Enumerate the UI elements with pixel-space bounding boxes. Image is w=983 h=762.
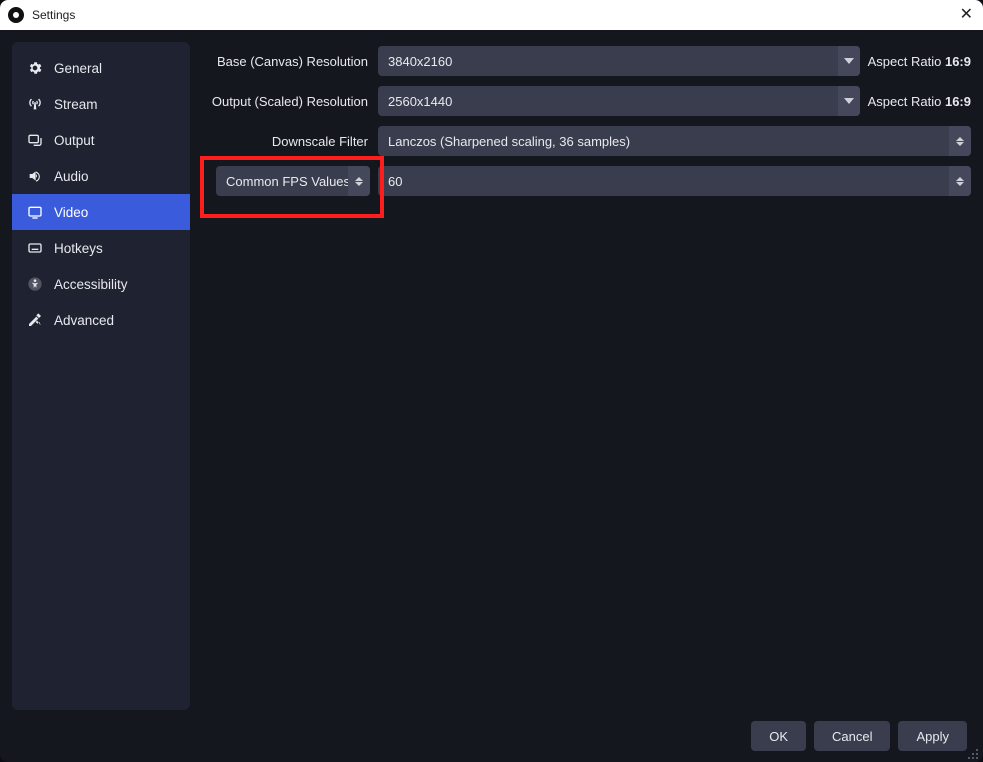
antenna-icon [26, 95, 44, 113]
sidebar-item-audio[interactable]: Audio [12, 158, 190, 194]
sidebar-item-video[interactable]: Video [12, 194, 190, 230]
sidebar-item-advanced[interactable]: Advanced [12, 302, 190, 338]
aspect-ratio-output: Aspect Ratio 16:9 [868, 94, 971, 109]
chevron-down-icon[interactable] [838, 86, 860, 116]
sidebar: General Stream Output Audio [12, 42, 190, 710]
row-output-resolution: Output (Scaled) Resolution 2560x1440 Asp… [202, 86, 971, 116]
sidebar-item-label: Accessibility [54, 277, 128, 292]
combo-fps-value[interactable]: 60 [378, 166, 971, 196]
accessibility-icon [26, 275, 44, 293]
gear-icon [26, 59, 44, 77]
audio-icon [26, 167, 44, 185]
combo-output-resolution[interactable]: 2560x1440 [378, 86, 860, 116]
stepper-icon[interactable] [949, 166, 971, 196]
tools-icon [26, 311, 44, 329]
combo-base-resolution-value: 3840x2160 [388, 54, 452, 69]
output-icon [26, 131, 44, 149]
app-icon [8, 7, 24, 23]
video-icon [26, 203, 44, 221]
content-area: General Stream Output Audio [0, 30, 983, 710]
combo-downscale-filter-value: Lanczos (Sharpened scaling, 36 samples) [388, 134, 630, 149]
row-fps: Common FPS Values 60 [202, 166, 971, 196]
sidebar-item-label: Output [54, 133, 95, 148]
combo-base-resolution[interactable]: 3840x2160 [378, 46, 860, 76]
sidebar-item-label: Audio [54, 169, 89, 184]
cancel-button[interactable]: Cancel [814, 721, 890, 751]
resize-grip-icon[interactable] [967, 748, 979, 760]
sidebar-item-output[interactable]: Output [12, 122, 190, 158]
label-base-resolution: Base (Canvas) Resolution [202, 54, 370, 69]
footer: OK Cancel Apply [0, 710, 983, 762]
sidebar-item-label: Stream [54, 97, 98, 112]
apply-button[interactable]: Apply [898, 721, 967, 751]
sidebar-item-label: Hotkeys [54, 241, 103, 256]
ok-button[interactable]: OK [751, 721, 806, 751]
row-base-resolution: Base (Canvas) Resolution 3840x2160 Aspec… [202, 46, 971, 76]
keyboard-icon [26, 239, 44, 257]
titlebar: Settings ✕ [0, 0, 983, 30]
sidebar-item-label: Video [54, 205, 88, 220]
chevron-down-icon[interactable] [838, 46, 860, 76]
sidebar-item-label: Advanced [54, 313, 114, 328]
settings-window: General Stream Output Audio [0, 30, 983, 762]
combo-downscale-filter[interactable]: Lanczos (Sharpened scaling, 36 samples) [378, 126, 971, 156]
window-title: Settings [32, 8, 75, 22]
combo-fps-type-value: Common FPS Values [226, 174, 350, 189]
label-output-resolution: Output (Scaled) Resolution [202, 94, 370, 109]
close-icon[interactable]: ✕ [960, 4, 973, 24]
sidebar-item-stream[interactable]: Stream [12, 86, 190, 122]
combo-fps-type[interactable]: Common FPS Values [216, 166, 370, 196]
combo-output-resolution-value: 2560x1440 [388, 94, 452, 109]
stepper-icon[interactable] [949, 126, 971, 156]
combo-fps-value-value: 60 [388, 174, 402, 189]
stepper-icon[interactable] [348, 166, 370, 196]
sidebar-item-label: General [54, 61, 102, 76]
main-panel: Base (Canvas) Resolution 3840x2160 Aspec… [202, 42, 971, 710]
label-downscale-filter: Downscale Filter [202, 134, 370, 149]
sidebar-item-accessibility[interactable]: Accessibility [12, 266, 190, 302]
row-downscale-filter: Downscale Filter Lanczos (Sharpened scal… [202, 126, 971, 156]
aspect-ratio-base: Aspect Ratio 16:9 [868, 54, 971, 69]
sidebar-item-general[interactable]: General [12, 50, 190, 86]
sidebar-item-hotkeys[interactable]: Hotkeys [12, 230, 190, 266]
